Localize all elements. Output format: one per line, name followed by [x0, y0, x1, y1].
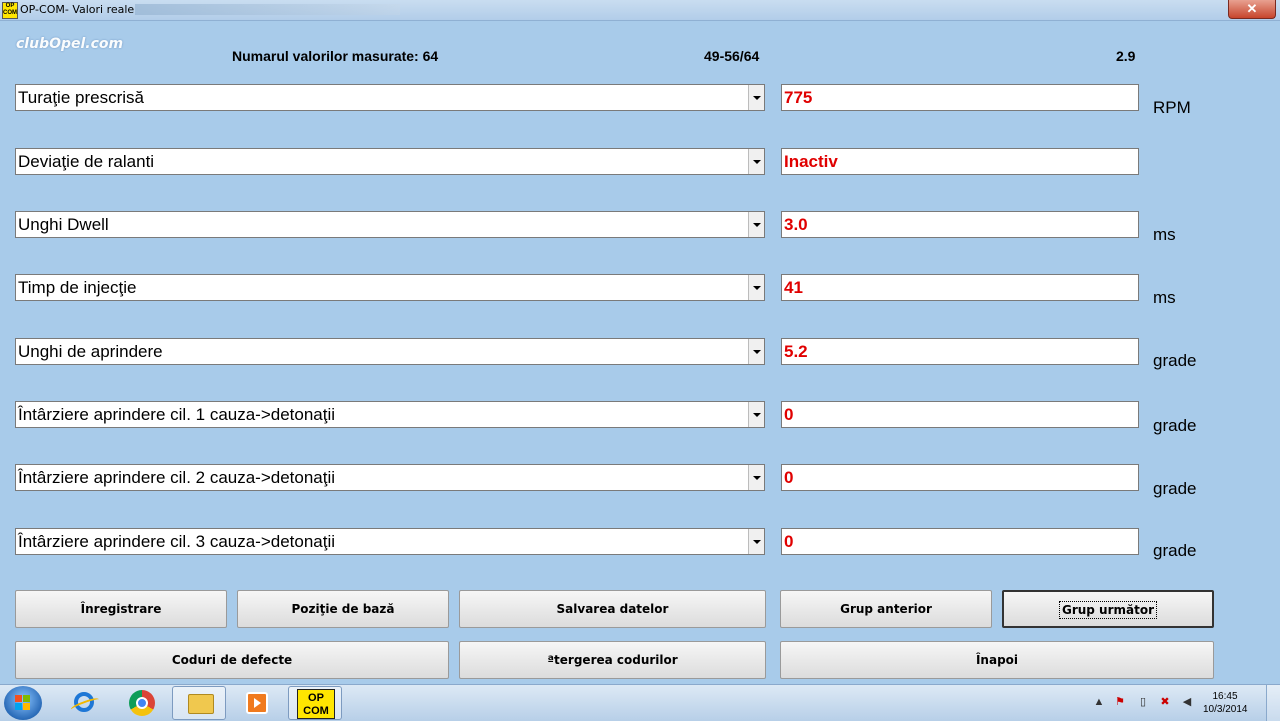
dropdown-arrow-icon[interactable] [748, 339, 764, 364]
action-center-icon[interactable]: ⚑ [1114, 696, 1126, 708]
value-text: 41 [784, 278, 803, 297]
unit-label-5: grade [1153, 351, 1197, 370]
parameter-name: Turaţie prescrisă [18, 88, 144, 107]
network-icon[interactable]: ✖ [1159, 696, 1171, 708]
parameter-select-6[interactable]: Întârziere aprindere cil. 1 cauza->deton… [15, 401, 765, 428]
parameter-select-5[interactable]: Unghi de aprindere [15, 338, 765, 365]
value-field-8: 0 [781, 528, 1139, 555]
system-clock[interactable]: 16:45 10/3/2014 [1203, 690, 1248, 716]
folder-icon [188, 694, 214, 714]
opcom-app-icon: OP COM [2, 2, 18, 19]
clock-date: 10/3/2014 [1203, 704, 1248, 715]
unit-label-1: RPM [1153, 98, 1191, 117]
value-field-3: 3.0 [781, 211, 1139, 238]
parameter-name: Întârziere aprindere cil. 3 cauza->deton… [18, 532, 336, 551]
parameter-select-7[interactable]: Întârziere aprindere cil. 2 cauza->deton… [15, 464, 765, 491]
battery-icon[interactable]: ▯ [1137, 696, 1149, 708]
parameter-select-3[interactable]: Unghi Dwell [15, 211, 765, 238]
base-position-button[interactable]: Poziţie de bază [237, 590, 449, 628]
dropdown-arrow-icon[interactable] [748, 149, 764, 174]
value-field-4: 41 [781, 274, 1139, 301]
window-title: OP-COM- Valori reale [20, 3, 135, 16]
value-field-6: 0 [781, 401, 1139, 428]
value-field-2: Inactiv [781, 148, 1139, 175]
value-text: 3.0 [784, 215, 808, 234]
value-text: Inactiv [784, 152, 838, 171]
previous-group-button[interactable]: Grup anterior [780, 590, 992, 628]
internet-explorer-icon [74, 692, 94, 712]
next-group-label: Grup următor [1058, 601, 1158, 619]
volume-icon[interactable]: ◀ [1181, 696, 1193, 708]
value-text: 0 [784, 468, 794, 487]
group-range: 49-56/64 [704, 48, 760, 64]
unit-label-3: ms [1153, 225, 1176, 244]
dropdown-arrow-icon[interactable] [748, 212, 764, 237]
value-text: 0 [784, 532, 794, 551]
dropdown-arrow-icon[interactable] [748, 85, 764, 110]
fault-codes-button[interactable]: Coduri de defecte [15, 641, 449, 679]
save-data-button[interactable]: Salvarea datelor [459, 590, 766, 628]
show-desktop-button[interactable] [1266, 685, 1280, 721]
title-bar: OP COM OP-COM- Valori reale ✕ [0, 0, 1280, 21]
dropdown-arrow-icon[interactable] [748, 402, 764, 427]
chrome-icon [129, 690, 155, 716]
parameter-name: Timp de injecţie [18, 278, 137, 297]
parameter-select-4[interactable]: Timp de injecţie [15, 274, 765, 301]
value-text: 0 [784, 405, 794, 424]
dropdown-arrow-icon[interactable] [748, 275, 764, 300]
value-text: 775 [784, 88, 813, 107]
unit-label-7: grade [1153, 479, 1197, 498]
parameter-name: Întârziere aprindere cil. 2 cauza->deton… [18, 468, 336, 487]
parameter-name: Întârziere aprindere cil. 1 cauza->deton… [18, 405, 336, 424]
taskbar-explorer[interactable] [172, 686, 226, 720]
media-player-icon [246, 692, 268, 714]
dropdown-arrow-icon[interactable] [748, 529, 764, 554]
clock-time: 16:45 [1212, 691, 1238, 702]
parameter-select-1[interactable]: Turaţie prescrisă [15, 84, 765, 111]
parameter-select-8[interactable]: Întârziere aprindere cil. 3 cauza->deton… [15, 528, 765, 555]
back-button[interactable]: Înapoi [780, 641, 1214, 679]
taskbar-media-player[interactable] [230, 686, 284, 720]
dropdown-arrow-icon[interactable] [748, 465, 764, 490]
opcom-icon: OP COM [297, 689, 335, 719]
taskbar: OP COM ▲ ⚑ ▯ ✖ ◀ 16:45 10/3/2014 [0, 684, 1280, 721]
windows-logo-icon [15, 695, 31, 711]
next-group-button[interactable]: Grup următor [1002, 590, 1214, 628]
value-field-5: 5.2 [781, 338, 1139, 365]
unit-label-8: grade [1153, 541, 1197, 560]
start-button[interactable] [4, 686, 42, 720]
version-label: 2.9 [1116, 48, 1136, 64]
club-opel-logo: clubOpel.com [16, 36, 124, 52]
value-field-1: 775 [781, 84, 1139, 111]
unit-label-4: ms [1153, 288, 1176, 307]
clear-codes-button[interactable]: ªtergerea codurilor [459, 641, 766, 679]
taskbar-internet-explorer[interactable] [57, 686, 111, 720]
record-button[interactable]: Înregistrare [15, 590, 227, 628]
close-button[interactable]: ✕ [1228, 0, 1276, 19]
show-hidden-icons-icon[interactable]: ▲ [1093, 696, 1105, 708]
title-blur [135, 4, 400, 15]
parameter-name: Unghi Dwell [18, 215, 109, 234]
parameter-select-2[interactable]: Deviaţie de ralanti [15, 148, 765, 175]
value-field-7: 0 [781, 464, 1139, 491]
measured-values-count: Numarul valorilor masurate: 64 [232, 48, 439, 64]
parameter-name: Deviaţie de ralanti [18, 152, 155, 171]
unit-label-6: grade [1153, 416, 1197, 435]
parameter-name: Unghi de aprindere [18, 342, 163, 361]
taskbar-opcom[interactable]: OP COM [288, 686, 342, 720]
value-text: 5.2 [784, 342, 808, 361]
taskbar-chrome[interactable] [114, 686, 168, 720]
